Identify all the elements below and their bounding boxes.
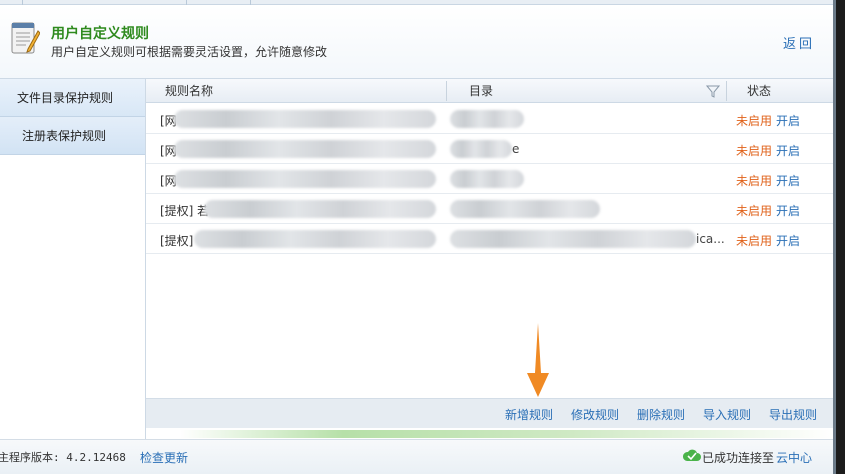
enable-link[interactable]: 开启 xyxy=(776,142,800,159)
page-title: 用户自定义规则 xyxy=(51,26,149,42)
status-bar: 主程序版本: 4.2.12468 检查更新 已成功连接至 云中心 xyxy=(0,439,833,474)
redacted-directory xyxy=(450,170,524,188)
rule-toolbar: 新增规则 修改规则 删除规则 导入规则 导出规则 xyxy=(146,398,833,428)
column-header-status[interactable]: 状态 xyxy=(747,79,771,103)
table-row[interactable]: [网 未启用 开启 xyxy=(146,164,833,194)
table-row[interactable]: [网 未启用 开启 xyxy=(146,104,833,134)
rules-table: 规则名称 目录 状态 [网 未启用 开启 [网 e 未启用 开启 [网 未启用 … xyxy=(146,79,833,429)
redacted-rule-name xyxy=(204,200,436,218)
enable-link[interactable]: 开启 xyxy=(776,112,800,129)
status-disabled: 未启用 xyxy=(736,174,773,188)
table-row[interactable]: [提权] ica... 未启用 开启 xyxy=(146,224,833,254)
export-rule-button[interactable]: 导出规则 xyxy=(769,406,817,423)
connection-status: 已成功连接至 xyxy=(702,451,775,465)
status-disabled: 未启用 xyxy=(736,204,773,218)
status-disabled: 未启用 xyxy=(736,234,773,248)
status-disabled: 未启用 xyxy=(736,144,773,158)
progress-glow xyxy=(180,430,833,438)
rule-directory: ica... xyxy=(696,232,725,246)
enable-link[interactable]: 开启 xyxy=(776,202,800,219)
back-link[interactable]: 返回 xyxy=(783,33,815,52)
rule-directory: e xyxy=(512,142,520,156)
check-update-link[interactable]: 检查更新 xyxy=(140,449,188,466)
version-label: 主程序版本: 4.2.12468 xyxy=(0,451,126,464)
rule-name: [提权] 若 xyxy=(160,204,210,218)
column-header-name[interactable]: 规则名称 xyxy=(165,79,213,103)
filter-funnel-icon[interactable] xyxy=(706,84,720,98)
import-rule-button[interactable]: 导入规则 xyxy=(703,406,751,423)
sidebar-item-file-dir-rules[interactable]: 文件目录保护规则 xyxy=(0,79,145,117)
redacted-rule-name xyxy=(174,110,436,128)
redacted-rule-name xyxy=(174,140,436,158)
redacted-directory xyxy=(450,140,512,158)
status-disabled: 未启用 xyxy=(736,114,773,128)
sidebar-item-registry-rules[interactable]: 注册表保护规则 xyxy=(0,117,145,155)
redacted-rule-name xyxy=(174,170,436,188)
table-row[interactable]: [网 e 未启用 开启 xyxy=(146,134,833,164)
redacted-directory xyxy=(450,200,600,218)
column-divider xyxy=(726,81,727,101)
window-border xyxy=(833,0,845,474)
cloud-check-icon xyxy=(683,449,701,461)
redacted-directory xyxy=(450,230,696,248)
redacted-directory xyxy=(450,110,524,128)
rule-name: [提权] xyxy=(160,234,194,248)
page-subtitle: 用户自定义规则可根据需要灵活设置，允许随意修改 xyxy=(51,45,328,59)
column-divider xyxy=(446,81,447,101)
sidebar: 文件目录保护规则 注册表保护规则 xyxy=(0,79,146,439)
notepad-pencil-icon xyxy=(11,22,40,54)
delete-rule-button[interactable]: 删除规则 xyxy=(637,406,685,423)
edit-rule-button[interactable]: 修改规则 xyxy=(571,406,619,423)
table-row[interactable]: [提权] 若 未启用 开启 xyxy=(146,194,833,224)
enable-link[interactable]: 开启 xyxy=(776,172,800,189)
page-header: 用户自定义规则 用户自定义规则可根据需要灵活设置，允许随意修改 返回 xyxy=(0,5,833,79)
column-header-dir[interactable]: 目录 xyxy=(469,79,493,103)
arrow-down-icon xyxy=(527,323,549,397)
redacted-rule-name xyxy=(194,230,436,248)
enable-link[interactable]: 开启 xyxy=(776,232,800,249)
add-rule-button[interactable]: 新增规则 xyxy=(505,406,553,423)
cloud-center-link[interactable]: 云中心 xyxy=(776,449,812,466)
table-header: 规则名称 目录 状态 xyxy=(146,79,833,103)
